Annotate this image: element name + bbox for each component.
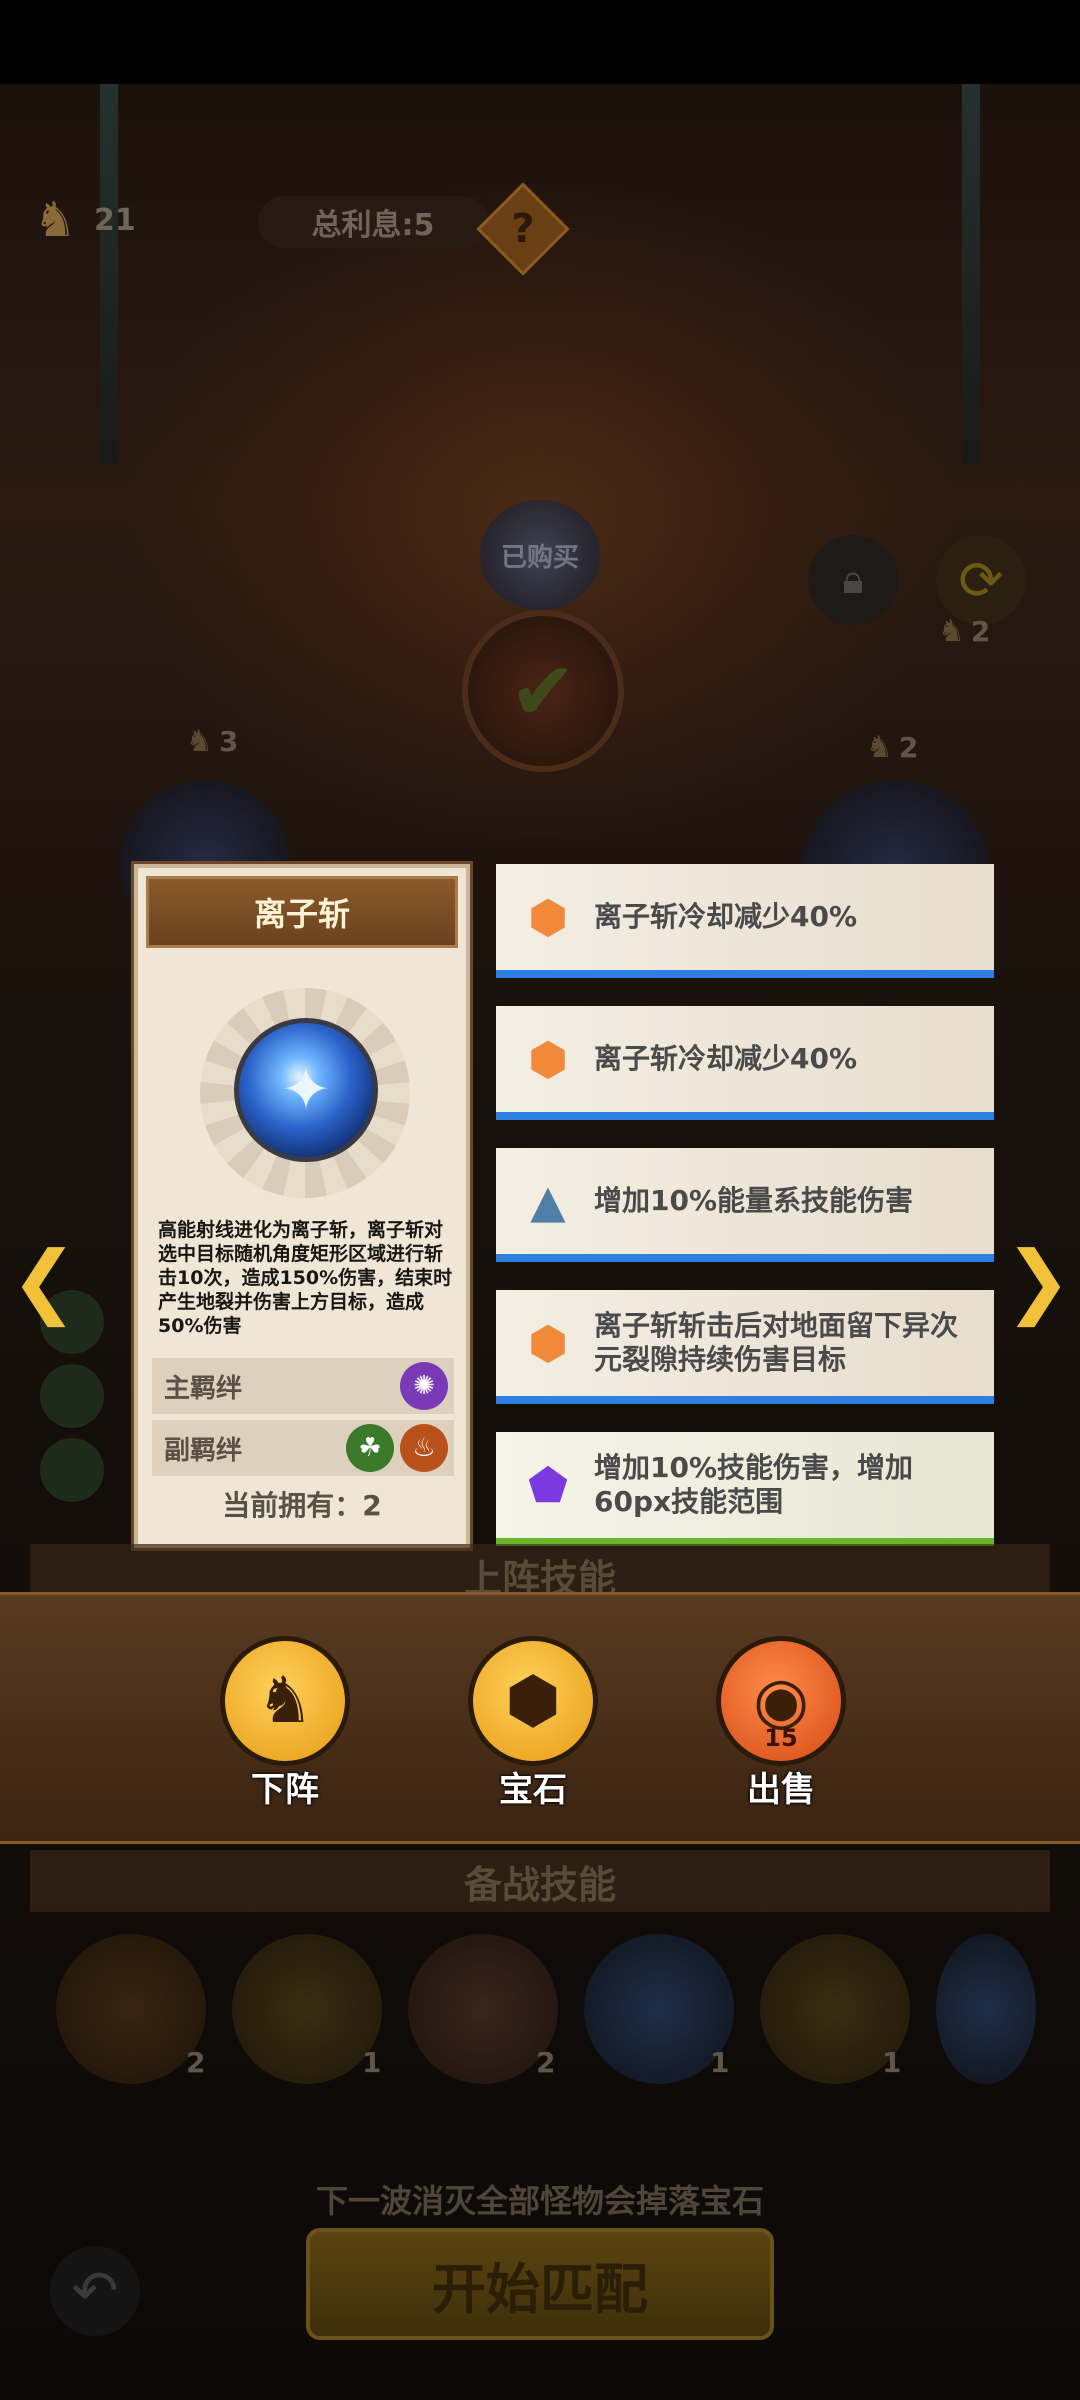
refresh-cost: ♞ 2 [938, 614, 991, 649]
reserve-skill-slot[interactable] [56, 1934, 206, 2084]
refresh-button[interactable]: ⟳ [936, 535, 1026, 625]
coin-count: 21 [94, 202, 136, 238]
gem-text: 增加10%能量系技能伤害 [594, 1184, 914, 1217]
reserve-skill-slot[interactable] [232, 1934, 382, 2084]
horse-coin-icon: ♞ [866, 730, 893, 765]
back-arrow-icon: ↶ [71, 2258, 119, 2324]
gem-text: 离子斩冷却减少40% [594, 1042, 858, 1075]
skill-detail-card: 离子斩 ✦ 高能射线进化为离子斩，离子斩对选中目标随机角度矩形区域进行斩击10次… [134, 864, 470, 1548]
ion-slash-skill-icon: ✦ [234, 1018, 378, 1162]
coin-counter: ♞ 21 [20, 185, 136, 255]
gem-text: 离子斩冷却减少40% [594, 900, 858, 933]
main-bond-row: 主羁绊 ✺ [152, 1358, 454, 1414]
reserve-count: 1 [362, 2046, 382, 2079]
gem-button[interactable]: ⬢ [468, 1636, 598, 1766]
purple-pentagon-gem-icon: ⬟ [528, 1458, 568, 1512]
skill-title-bar: 离子斩 [146, 876, 458, 948]
prev-arrow-button[interactable]: ❮ [10, 1234, 77, 1327]
orange-hexagon-gem-icon: ⬢ [527, 1316, 569, 1370]
checkmark-icon: ✔ [462, 610, 624, 772]
knight-down-icon: ♞ [256, 1664, 314, 1738]
next-arrow-button[interactable]: ❯ [1004, 1234, 1071, 1327]
horse-coin-icon: ♞ [938, 614, 965, 649]
sell-label: 出售 [747, 1770, 815, 1810]
sub-bond-row: 副羁绊 ☘ ♨ [152, 1420, 454, 1476]
bond-dim-icon [40, 1364, 104, 1428]
reserve-skill-slot[interactable] [936, 1934, 1036, 2084]
unequip-label: 下阵 [251, 1770, 319, 1810]
orange-hexagon-gem-icon: ⬢ [527, 1032, 569, 1086]
unequip-button[interactable]: ♞ [220, 1636, 350, 1766]
orange-dragon-bond-icon[interactable]: ♨ [400, 1424, 448, 1472]
gem-text: 离子斩斩击后对地面留下异次元裂隙持续伤害目标 [594, 1309, 959, 1376]
lock-icon: 🔒︎ [842, 557, 864, 603]
gem-orbit-icon: ⬢ [505, 1664, 561, 1738]
horse-coin-icon: ♞ [186, 724, 213, 759]
gem-option[interactable]: ⬟ 增加10%技能伤害，增加60px技能范围 [496, 1432, 994, 1546]
left-pillar [100, 84, 118, 464]
gem-text: 增加10%技能伤害，增加60px技能范围 [594, 1451, 914, 1518]
reserve-section-header: 备战技能 [30, 1850, 1050, 1912]
skill-title: 离子斩 [253, 895, 350, 933]
start-match-button[interactable]: 开始匹配 [306, 2228, 774, 2340]
reserve-count: 2 [186, 2046, 206, 2079]
reserve-count: 1 [710, 2046, 730, 2079]
gem-option[interactable]: ⬢ 离子斩冷却减少40% [496, 1006, 994, 1120]
bottom-tip: 下一波消灭全部怪物会掉落宝石 [315, 2182, 764, 2220]
question-icon: ? [511, 206, 535, 252]
sell-price: 15 [764, 1724, 798, 1752]
green-monster-bond-icon[interactable]: ☘ [346, 1424, 394, 1472]
blue-triangle-gem-icon: ▲ [530, 1174, 566, 1228]
back-button[interactable]: ↶ [50, 2246, 140, 2336]
refresh-icon: ⟳ [958, 548, 1004, 612]
gem-option[interactable]: ⬢ 离子斩斩击后对地面留下异次元裂隙持续伤害目标 [496, 1290, 994, 1404]
orange-hexagon-gem-icon: ⬢ [527, 890, 569, 944]
main-bond-label: 主羁绊 [164, 1373, 243, 1404]
owned-count: 当前拥有：2 [222, 1489, 382, 1522]
interest-label: 总利息:5 [258, 196, 488, 248]
gem-label: 宝石 [499, 1770, 567, 1810]
reserve-count: 1 [882, 2046, 902, 2079]
right-cost: ♞ 2 [866, 730, 919, 765]
lock-button[interactable]: 🔒︎ [808, 535, 898, 625]
sub-bond-label: 副羁绊 [164, 1435, 243, 1466]
gem-option[interactable]: ▲ 增加10%能量系技能伤害 [496, 1148, 994, 1262]
status-bar [0, 0, 1080, 84]
right-pillar [962, 84, 980, 464]
horse-coin-icon: ♞ [33, 192, 77, 248]
bond-dim-icon [40, 1438, 104, 1502]
reserve-count: 2 [536, 2046, 556, 2079]
purple-swirl-bond-icon[interactable]: ✺ [400, 1362, 448, 1410]
gem-option[interactable]: ⬢ 离子斩冷却减少40% [496, 864, 994, 978]
bought-badge: 已购买 [480, 500, 600, 610]
skill-description: 高能射线进化为离子斩，离子斩对选中目标随机角度矩形区域进行斩击10次，造成150… [158, 1219, 453, 1337]
left-cost: ♞ 3 [186, 724, 239, 759]
